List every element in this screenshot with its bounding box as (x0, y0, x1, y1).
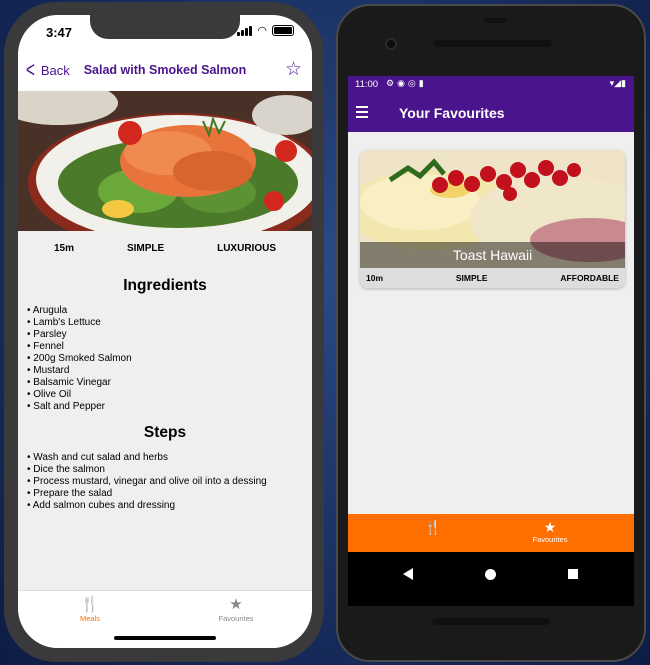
home-indicator[interactable] (114, 636, 216, 640)
battery-icon (272, 25, 294, 36)
tab-meals-label: Meals (79, 614, 100, 623)
ingredients-list: Arugula Lamb's Lettuce Parsley Fennel 20… (27, 305, 132, 413)
star-outline-icon[interactable]: ☆ (285, 58, 302, 81)
step-item: Add salmon cubes and dressing (27, 500, 267, 512)
affordability: AFFORDABLE (560, 273, 619, 283)
step-item: Wash and cut salad and herbs (27, 452, 267, 464)
star-icon: ★ (543, 519, 557, 535)
menu-icon[interactable] (356, 106, 368, 121)
status-time: 11:00 (355, 79, 379, 90)
meal-card[interactable]: Toast Hawaii 10m SIMPLE AFFORDABLE (360, 150, 625, 288)
ingredient-item: Lamb's Lettuce (27, 317, 132, 329)
ios-status-bar: 3:47 ◠ (18, 15, 312, 51)
ingredient-item: Salt and Pepper (27, 401, 132, 413)
cutlery-icon: 🍴 (80, 596, 100, 613)
earpiece (484, 18, 506, 23)
front-camera (385, 38, 397, 50)
tab-favourites[interactable]: ★ Favourites (196, 596, 276, 623)
ingredient-item: Parsley (27, 329, 132, 341)
tab-meals[interactable]: 🍴 (393, 519, 473, 535)
iphone-device: 3:47 ◠ < Back Salad with Smoked Salmon ☆ (4, 2, 324, 662)
iphone-screen: 3:47 ◠ < Back Salad with Smoked Salmon ☆ (18, 15, 312, 648)
steps-title: Steps (143, 424, 187, 441)
signal-battery-icons: ▾◢▮ (609, 78, 626, 88)
ingredient-item: Olive Oil (27, 389, 132, 401)
meal-card-image: Toast Hawaii (360, 150, 625, 268)
notification-icons: ⚙◉◎▮ (386, 78, 427, 88)
android-device: 11:00 ⚙◉◎▮ ▾◢▮ Your Favourites Toast Haw… (336, 4, 646, 662)
android-status-bar: 11:00 ⚙◉◎▮ ▾◢▮ (348, 76, 634, 94)
complexity: SIMPLE (126, 242, 165, 254)
notch (90, 15, 240, 39)
navigation-bar: < Back Salad with Smoked Salmon ☆ (18, 51, 312, 91)
page-title: Salad with Smoked Salmon (83, 63, 247, 77)
tab-meals[interactable]: 🍴 Meals (50, 596, 130, 623)
meal-image (18, 91, 312, 231)
android-screen: 11:00 ⚙◉◎▮ ▾◢▮ Your Favourites Toast Haw… (348, 76, 634, 606)
steps-list: Wash and cut salad and herbs Dice the sa… (27, 452, 267, 512)
step-item: Dice the salmon (27, 464, 267, 476)
ingredients-title: Ingredients (123, 277, 207, 294)
ingredient-item: 200g Smoked Salmon (27, 353, 131, 365)
duration: 15m (54, 242, 75, 254)
step-item: Process mustard, vinegar and olive oil i… (27, 476, 266, 488)
tab-favourites[interactable]: ★ Favourites (510, 519, 590, 544)
home-circle-icon[interactable] (485, 569, 496, 580)
affordability: LUXURIOUS (217, 242, 276, 254)
tab-favourites-label: Favourites (532, 535, 568, 544)
meal-card-title: Toast Hawaii (360, 242, 625, 268)
step-item: Prepare the salad (27, 488, 267, 500)
status-time: 3:47 (46, 25, 73, 40)
tab-favourites-label: Favourites (218, 614, 254, 623)
favourites-list: Toast Hawaii 10m SIMPLE AFFORDABLE (348, 132, 634, 514)
top-speaker (434, 40, 552, 47)
cutlery-icon: 🍴 (424, 519, 442, 535)
meal-info-row: 15m SIMPLE LUXURIOUS (18, 231, 312, 265)
salmon-salad-photo (18, 91, 312, 231)
back-triangle-icon[interactable] (403, 568, 413, 580)
page-title: Your Favourites (399, 105, 505, 121)
complexity: SIMPLE (455, 273, 488, 283)
meal-card-info: 10m SIMPLE AFFORDABLE (360, 268, 625, 288)
wifi-icon: ◠ (257, 24, 267, 37)
system-navigation-bar (348, 552, 634, 606)
star-icon: ★ (229, 596, 243, 613)
cellular-signal-icon (237, 25, 253, 36)
duration: 10m (366, 273, 384, 283)
ingredient-item: Fennel (27, 341, 132, 353)
ingredient-item: Arugula (27, 305, 132, 317)
recents-square-icon[interactable] (568, 569, 578, 579)
bottom-tab-bar: 🍴 ★ Favourites (348, 514, 634, 552)
bottom-speaker (432, 618, 550, 625)
ingredient-item: Balsamic Vinegar (27, 377, 132, 389)
app-bar: Your Favourites (348, 94, 634, 132)
tab-bar: 🍴 Meals ★ Favourites (18, 590, 312, 648)
ingredient-item: Mustard (27, 365, 132, 377)
